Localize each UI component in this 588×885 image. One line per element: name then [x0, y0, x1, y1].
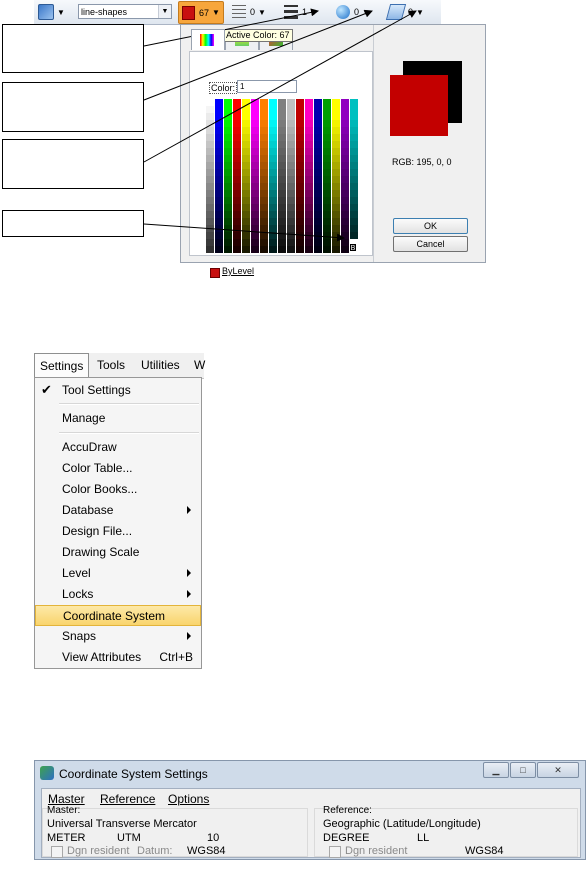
- menu-item-label: AccuDraw: [62, 440, 117, 454]
- window-title: Coordinate System Settings: [59, 767, 208, 781]
- menu-item-coordinate-system[interactable]: Coordinate System: [35, 605, 201, 626]
- menu-item-drawing-scale[interactable]: Drawing Scale: [35, 542, 201, 563]
- reference-dgn-resident-label: Dgn resident: [345, 845, 408, 857]
- master-projection: UTM: [117, 832, 141, 844]
- menu-item-label: Tool Settings: [62, 383, 131, 397]
- reference-system: Geographic (Latitude/Longitude): [323, 818, 481, 830]
- master-zone: 10: [207, 832, 220, 844]
- menu-window[interactable]: W: [194, 358, 205, 372]
- reference-group: Reference: Geographic (Latitude/Longitud…: [314, 805, 578, 858]
- submenu-arrow-icon: [187, 590, 191, 598]
- master-group: Master: Universal Transverse Mercator ME…: [42, 805, 308, 858]
- minimize-icon: ▁: [492, 765, 500, 775]
- shortcut-label: Ctrl+B: [159, 650, 193, 664]
- menu-item-label: Drawing Scale: [62, 545, 140, 559]
- close-icon: ✕: [554, 765, 562, 775]
- master-datum-label: Datum:: [137, 845, 173, 857]
- master-system: Universal Transverse Mercator: [47, 818, 197, 830]
- submenu-arrow-icon: [187, 506, 191, 514]
- menu-separator: [59, 403, 199, 405]
- master-dgn-resident-checkbox[interactable]: [51, 846, 63, 858]
- color-table-icon: [200, 34, 214, 46]
- master-unit: METER: [47, 832, 86, 844]
- menu-item-label: Coordinate System: [63, 609, 166, 623]
- reference-projection: LL: [417, 832, 430, 844]
- close-button[interactable]: ✕: [537, 762, 579, 778]
- menu-item-snaps[interactable]: Snaps: [35, 626, 201, 647]
- menu-master[interactable]: Master: [48, 792, 85, 806]
- callout-arrow-color: [143, 8, 319, 47]
- maximize-icon: □: [520, 765, 526, 775]
- menu-settings-label: Settings: [40, 359, 84, 373]
- menu-item-label: View Attributes: [62, 650, 142, 664]
- menu-item-label: Color Books...: [62, 482, 138, 496]
- menu-item-color-books[interactable]: Color Books...: [35, 479, 201, 500]
- menu-item-label: Locks: [62, 587, 94, 601]
- reference-unit: DEGREE: [323, 832, 370, 844]
- reference-heading: Reference:: [323, 805, 372, 816]
- master-dgn-resident-label: Dgn resident: [67, 845, 130, 857]
- menu-item-tool-settings[interactable]: ✔ Tool Settings: [35, 380, 201, 401]
- menu-item-label: Level: [62, 566, 91, 580]
- callout-arrow-bylevel: [143, 223, 345, 242]
- menu-separator: [59, 432, 199, 434]
- submenu-arrow-icon: [187, 569, 191, 577]
- main-menu-bar: Settings Tools Utilities W: [34, 353, 205, 379]
- reference-datum: WGS84: [465, 845, 504, 857]
- reference-dgn-resident-checkbox[interactable]: [329, 846, 341, 858]
- callout-arrows: [143, 8, 417, 242]
- menu-item-locks[interactable]: Locks: [35, 584, 201, 605]
- menu-reference[interactable]: Reference: [100, 792, 155, 806]
- menu-item-color-table[interactable]: Color Table...: [35, 458, 201, 479]
- menu-utilities[interactable]: Utilities: [141, 358, 180, 372]
- coordinate-system-settings-window: Coordinate System Settings ▁ □ ✕ Master …: [34, 760, 586, 860]
- master-heading: Master:: [47, 805, 81, 816]
- menu-item-view-attributes[interactable]: View Attributes Ctrl+B: [35, 647, 201, 668]
- minimize-button[interactable]: ▁: [483, 762, 509, 778]
- window-body: Master Reference Options Master: Univers…: [41, 788, 581, 858]
- master-datum: WGS84: [187, 845, 226, 857]
- callout-arrow-style: [143, 9, 373, 101]
- menu-item-label: Color Table...: [62, 461, 133, 475]
- menu-item-design-file[interactable]: Design File...: [35, 521, 201, 542]
- menu-options[interactable]: Options: [168, 792, 209, 806]
- menu-tools[interactable]: Tools: [97, 358, 125, 372]
- menu-item-label: Database: [62, 503, 114, 517]
- menu-item-manage[interactable]: Manage: [35, 408, 201, 429]
- menu-item-database[interactable]: Database: [35, 500, 201, 521]
- menu-item-label: Snaps: [62, 629, 97, 643]
- app-globe-icon: [40, 766, 54, 780]
- menu-item-label: Manage: [62, 411, 106, 425]
- menu-settings[interactable]: Settings: [34, 353, 89, 378]
- checkmark-icon: ✔: [41, 382, 52, 397]
- settings-dropdown-menu: ✔ Tool Settings Manage AccuDraw Color Ta…: [34, 377, 202, 669]
- menu-item-label: Design File...: [62, 524, 133, 538]
- menu-item-accudraw[interactable]: AccuDraw: [35, 437, 201, 458]
- menu-item-level[interactable]: Level: [35, 563, 201, 584]
- submenu-arrow-icon: [187, 632, 191, 640]
- callout-arrow-weight: [143, 10, 417, 163]
- tab-color-table[interactable]: [191, 29, 225, 50]
- maximize-button[interactable]: □: [510, 762, 536, 778]
